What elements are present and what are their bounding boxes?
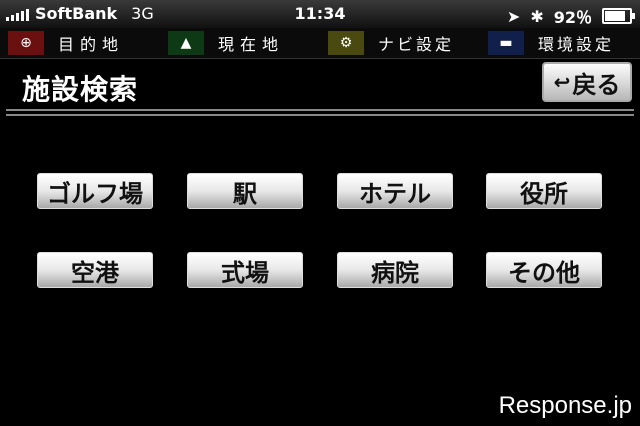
status-right: ➤ ✱ 92％ [506,4,635,28]
nav-bar: ⊕ 目的地 ▲ 現在地 ⚙ ナビ設定 ▬ 環境設定 [0,28,640,59]
battery-icon [602,8,635,24]
back-arrow-icon: ↩ [553,70,571,94]
tab-label: 目的地 [58,35,125,54]
watermark: Response.jp [498,392,632,419]
tab-label: 現在地 [218,35,285,54]
tab-label: 環境設定 [538,35,615,54]
facility-button-government-office[interactable]: 役所 [486,173,602,209]
status-bar: SoftBank 3G 11:34 ➤ ✱ 92％ [0,0,640,28]
divider [6,109,634,111]
facility-button-hotel[interactable]: ホテル [337,173,453,209]
location-icon: ➤ [506,6,521,26]
battery-percent: 92％ [553,8,592,27]
back-button[interactable]: ↩ 戻る [542,62,632,102]
tab-environment-settings[interactable]: ▬ 環境設定 [480,28,640,58]
tab-destination[interactable]: ⊕ 目的地 [0,28,160,58]
location-arrow-icon: ▲ [168,31,204,55]
page-title: 施設検索 [22,73,139,106]
page-header: 施設検索 ↩ 戻る [0,58,640,106]
battery-fill [605,11,626,21]
tab-navi-settings[interactable]: ⚙ ナビ設定 [320,28,480,58]
settings-icon: ▬ [488,31,524,55]
facility-button-other[interactable]: その他 [486,252,602,288]
navi-settings-icon: ⚙ [328,31,364,55]
bluetooth-icon: ✱ [530,6,544,26]
facility-button-airport[interactable]: 空港 [37,252,153,288]
search-icon: ⊕ [8,31,44,55]
facility-button-golf[interactable]: ゴルフ場 [37,173,153,209]
divider [6,114,634,116]
back-button-label: 戻る [572,70,621,99]
tab-current-location[interactable]: ▲ 現在地 [160,28,320,58]
facility-button-wedding-hall[interactable]: 式場 [187,252,303,288]
facility-button-station[interactable]: 駅 [187,173,303,209]
facility-button-hospital[interactable]: 病院 [337,252,453,288]
tab-label: ナビ設定 [378,35,455,54]
